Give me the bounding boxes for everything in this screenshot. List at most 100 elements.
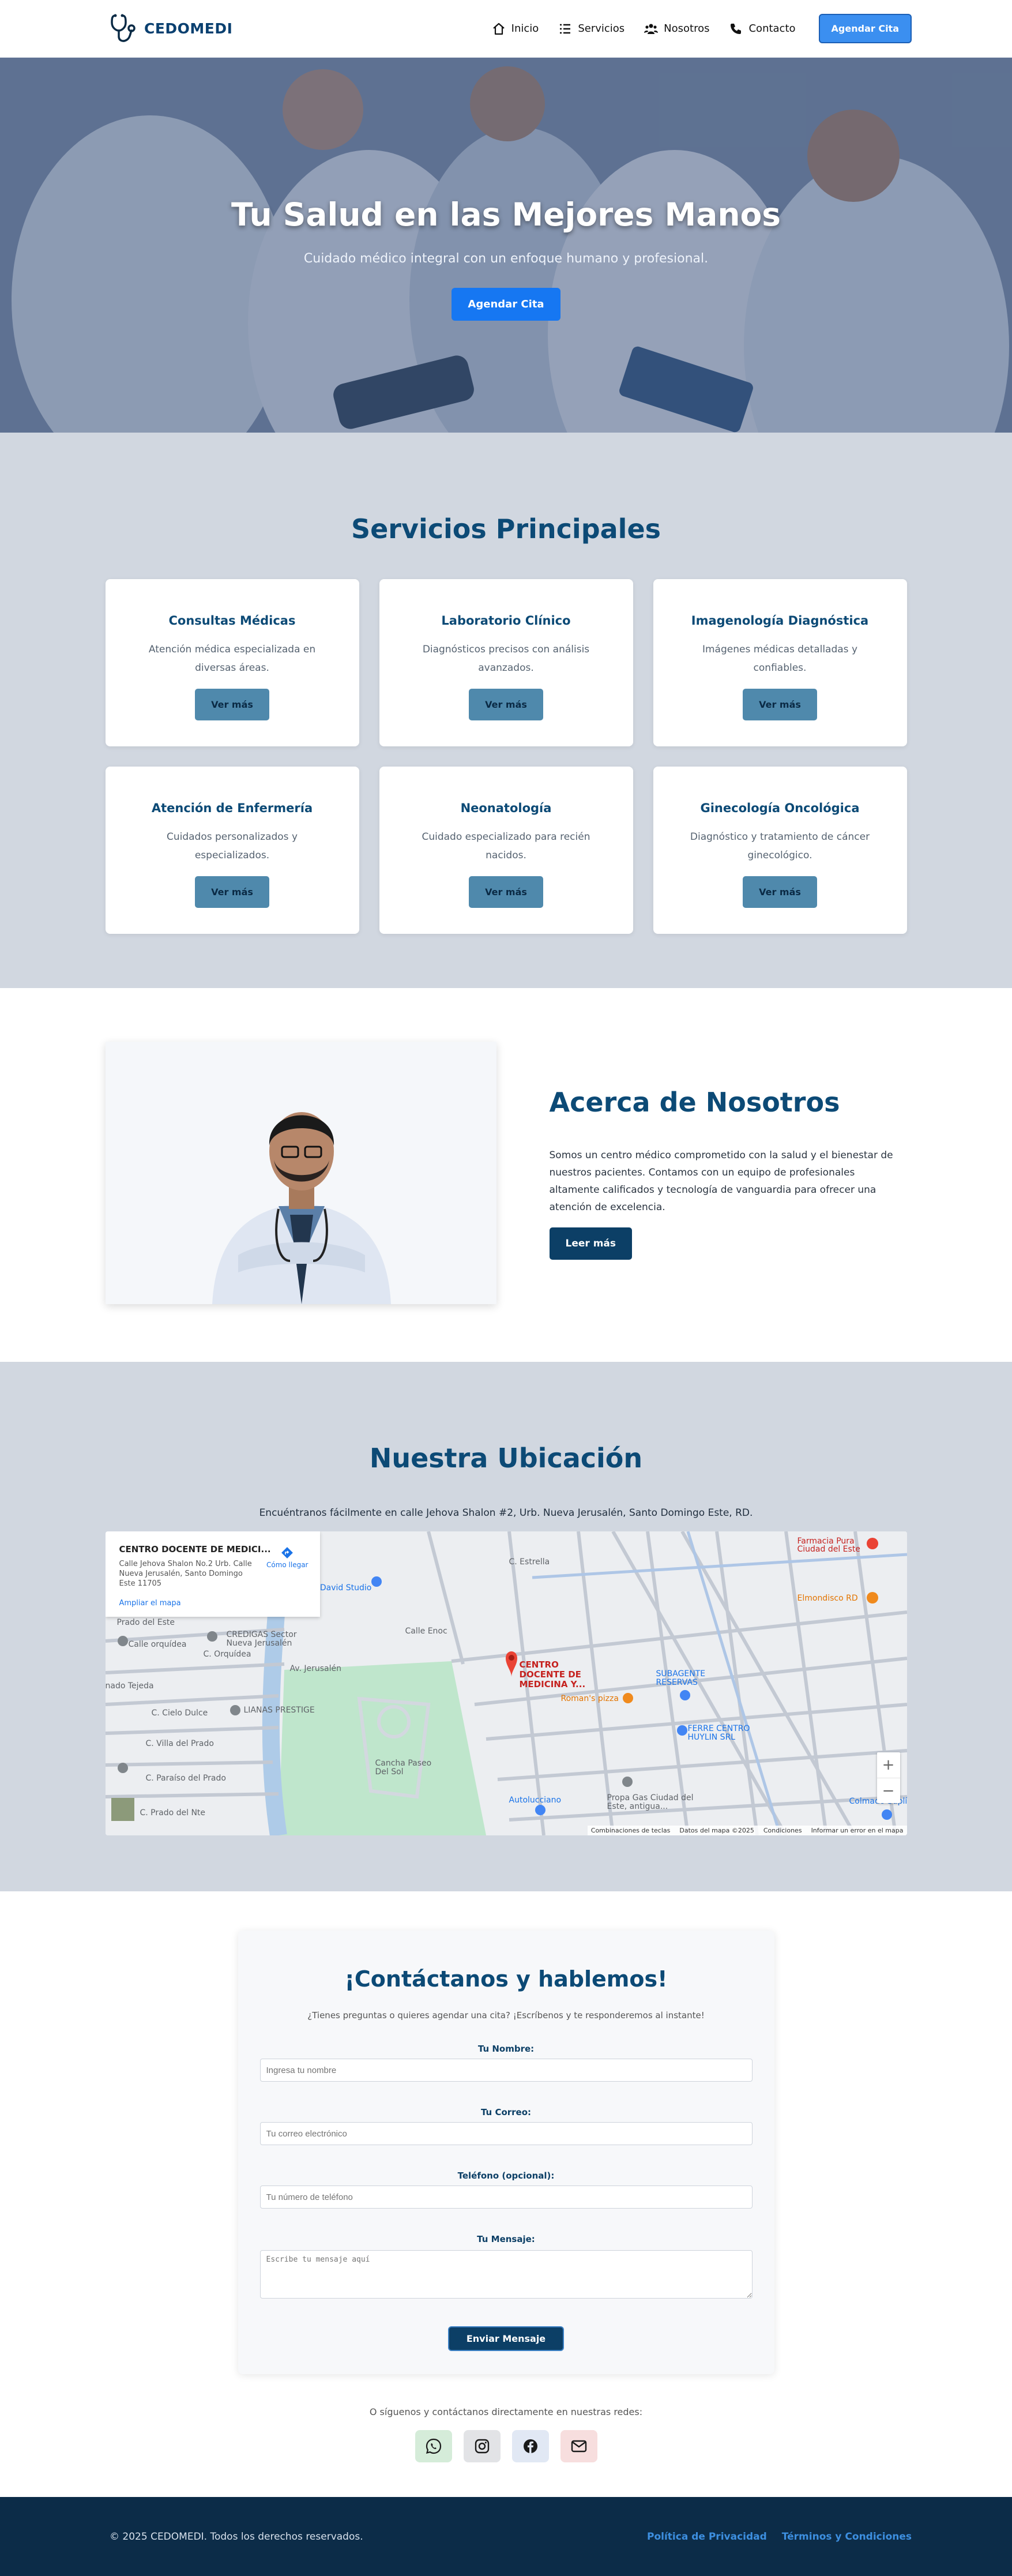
social-section: O síguenos y contáctanos directamente en… — [0, 2406, 1012, 2462]
location-title: Nuestra Ubicación — [369, 1443, 643, 1474]
nav-schedule-button[interactable]: Agendar Cita — [818, 14, 912, 43]
nav-link-inicio[interactable]: Inicio — [492, 22, 539, 36]
hero-subtitle: Cuidado médico integral con un enfoque h… — [303, 251, 709, 266]
social-text: O síguenos y contáctanos directamente en… — [369, 2406, 643, 2417]
nav-link-servicios[interactable]: Servicios — [558, 22, 624, 36]
hero-title: Tu Salud en las Mejores Manos — [231, 196, 781, 233]
service-title: Laboratorio Clínico — [441, 614, 571, 628]
email-button[interactable] — [560, 2430, 597, 2462]
map-place-label[interactable]: Farmacia Pura Ciudad del Este — [797, 1537, 867, 1553]
hero-schedule-button[interactable]: Agendar Cita — [452, 288, 560, 321]
nav-link-label: Contacto — [748, 22, 796, 35]
map-street-label: C. Orquídea — [203, 1650, 251, 1659]
name-input[interactable] — [259, 2059, 753, 2082]
nav-link-label: Nosotros — [664, 22, 710, 35]
contact-form: ¡Contáctanos y hablemos! ¿Tienes pregunt… — [238, 1931, 774, 2374]
brand-name: CEDOMEDI — [144, 20, 233, 37]
service-more-button[interactable]: Ver más — [469, 876, 543, 908]
service-card: Ginecología Oncológica Diagnóstico y tra… — [653, 767, 907, 934]
email-input[interactable] — [259, 2122, 753, 2145]
embedded-map[interactable]: Calle orquídea BigDavid Studio Farmacia … — [105, 1531, 907, 1835]
list-icon — [560, 24, 571, 33]
map-place-label[interactable]: Calle orquídea — [129, 1640, 187, 1649]
home-icon — [492, 22, 505, 35]
service-card: Laboratorio Clínico Diagnósticos preciso… — [379, 579, 633, 746]
phone-field-group: Teléfono (opcional): — [259, 2171, 753, 2209]
name-label: Tu Nombre: — [477, 2044, 535, 2054]
service-more-button[interactable]: Ver más — [195, 876, 269, 908]
service-description: Atención médica especializada en diversa… — [148, 644, 316, 674]
map-street-label: Calle Enoc — [405, 1627, 447, 1636]
map-footer: Combinaciones de teclas Datos del mapa ©… — [587, 1826, 907, 1835]
map-footer-link[interactable]: Informar un error en el mapa — [811, 1827, 904, 1834]
top-navbar: CEDOMEDI Inicio Servicios Nosotros Conta… — [0, 0, 1012, 58]
map-street-label: C. Villa del Prado — [145, 1739, 214, 1748]
phone-input[interactable] — [259, 2186, 753, 2209]
nav-link-label: Inicio — [511, 22, 539, 35]
send-message-button[interactable]: Enviar Mensaje — [447, 2326, 565, 2351]
service-card: Neonatología Cuidado especializado para … — [379, 767, 633, 934]
service-more-button[interactable]: Ver más — [469, 689, 543, 720]
services-title: Servicios Principales — [351, 513, 661, 545]
map-pin-label[interactable]: CENTRO DOCENTE DE MEDICINA Y... — [520, 1660, 606, 1689]
service-title: Consultas Médicas — [168, 614, 296, 628]
about-description: Somos un centro médico comprometido con … — [549, 1149, 893, 1213]
map-footer-text: Datos del mapa ©2025 — [679, 1827, 754, 1834]
map-place-label[interactable]: SUBAGENTE RESERVAS — [656, 1670, 720, 1687]
email-label: Tu Correo: — [480, 2107, 532, 2117]
privacy-policy-link[interactable]: Política de Privacidad — [647, 2531, 767, 2543]
nav-link-contacto[interactable]: Contacto — [729, 22, 796, 36]
about-text: Acerca de Nosotros Somos un centro médic… — [549, 1087, 907, 1260]
map-footer-link[interactable]: Condiciones — [763, 1827, 802, 1834]
nav-link-nosotros[interactable]: Nosotros — [644, 22, 709, 36]
map-directions-button[interactable]: Cómo llegar — [266, 1546, 309, 1569]
doctor-illustration — [105, 1042, 496, 1304]
map-street-label: C. Cielo Dulce — [151, 1708, 208, 1718]
map-street-label: C. Prado del Nte — [140, 1808, 206, 1818]
map-place-label[interactable]: Roman's pizza — [561, 1694, 619, 1703]
map-enlarge-link[interactable]: Ampliar el mapa — [119, 1599, 181, 1608]
instagram-button[interactable] — [463, 2430, 501, 2462]
contact-title: ¡Contáctanos y hablemos! — [344, 1966, 668, 1992]
brand[interactable]: CEDOMEDI — [110, 13, 232, 44]
about-read-more-button[interactable]: Leer más — [549, 1227, 632, 1260]
footer-copyright: © 2025 CEDOMEDI. Todos los derechos rese… — [110, 2530, 363, 2543]
map-street-label: C. Estrella — [509, 1557, 550, 1567]
map-place-label[interactable]: Autolucciano — [509, 1796, 562, 1805]
service-card: Atención de Enfermería Cuidados personal… — [105, 767, 359, 934]
map-place-label[interactable]: Cancha Paseo Del Sol — [375, 1759, 439, 1777]
service-more-button[interactable]: Ver más — [743, 876, 817, 908]
map-card-address: Calle Jehova Shalon No.2 Urb. Calle Nuev… — [119, 1560, 252, 1588]
facebook-button[interactable] — [511, 2430, 549, 2462]
map-street-label: nado Tejeda — [105, 1681, 154, 1691]
map-place-label[interactable]: Propa Gas Ciudad del Este, antigua... — [607, 1794, 699, 1811]
map-zoom-controls: + − — [876, 1752, 900, 1803]
map-zoom-in-button[interactable]: + — [877, 1752, 900, 1778]
facebook-icon — [523, 2439, 537, 2453]
users-icon — [644, 24, 659, 34]
service-description: Imágenes médicas detalladas y confiables… — [702, 644, 858, 674]
map-footer-link[interactable]: Combinaciones de teclas — [591, 1827, 671, 1834]
hero-content: Tu Salud en las Mejores Manos Cuidado mé… — [0, 196, 1012, 321]
map-street-label: C. Paraíso del Prado — [145, 1774, 226, 1783]
service-description: Diagnóstico y tratamiento de cáncer gine… — [690, 831, 870, 861]
service-title: Atención de Enfermería — [151, 801, 313, 815]
location-section: Nuestra Ubicación Encuéntranos fácilment… — [0, 1362, 1012, 1891]
map-place-label[interactable]: CREDIGAS Sector Nueva Jerusalén — [227, 1631, 319, 1648]
map-place-label[interactable]: Elmondisco RD — [797, 1594, 858, 1603]
nav-link-label: Servicios — [578, 22, 625, 35]
map-zoom-out-button[interactable]: − — [876, 1778, 900, 1803]
terms-link[interactable]: Términos y Condiciones — [782, 2531, 912, 2543]
service-more-button[interactable]: Ver más — [195, 689, 269, 720]
email-icon — [571, 2440, 586, 2453]
message-textarea[interactable] — [259, 2250, 753, 2299]
nav-links: Inicio Servicios Nosotros Contacto Agend… — [492, 14, 912, 43]
map-place-label[interactable]: LIANAS PRESTIGE — [244, 1706, 315, 1715]
contact-subtitle: ¿Tienes preguntas o quieres agendar una … — [307, 2010, 705, 2021]
services-section: Servicios Principales Consultas Médicas … — [0, 433, 1012, 988]
location-description: Encuéntranos fácilmente en calle Jehova … — [259, 1507, 753, 1519]
map-place-label[interactable]: FERRE CENTRO HUYLIN SRL — [688, 1725, 763, 1742]
message-label: Tu Mensaje: — [477, 2234, 535, 2244]
whatsapp-button[interactable] — [415, 2430, 452, 2462]
service-more-button[interactable]: Ver más — [743, 689, 817, 720]
